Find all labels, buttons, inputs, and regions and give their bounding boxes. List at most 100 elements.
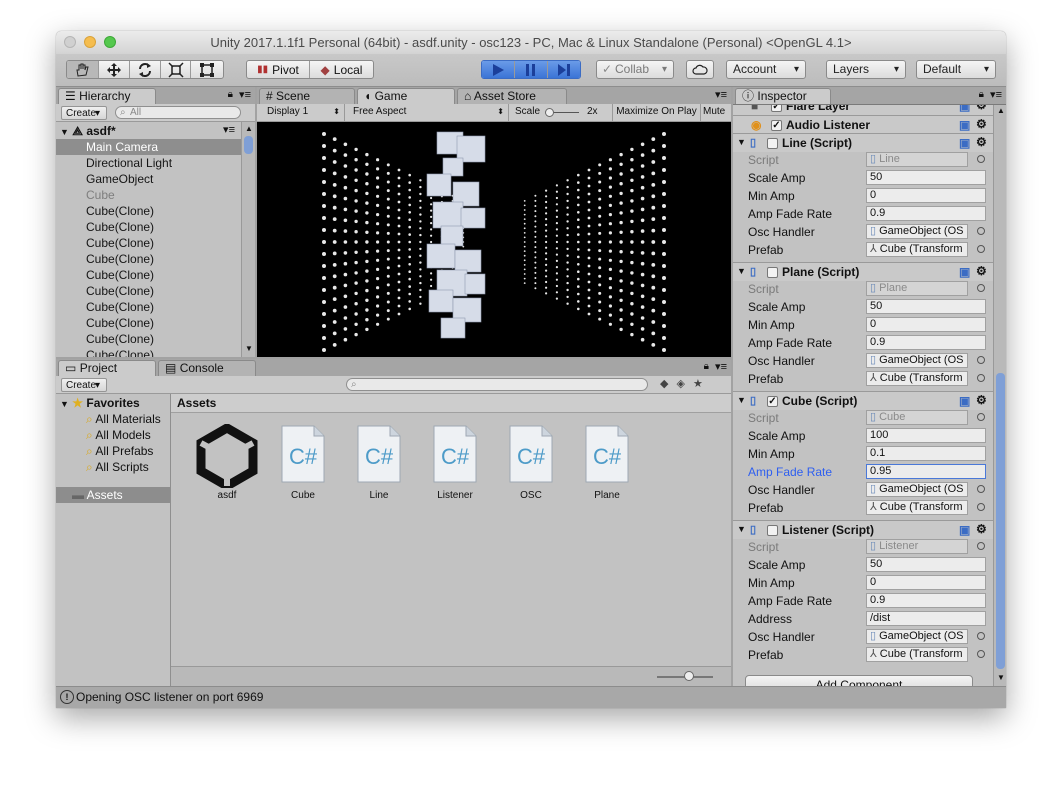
asset-item[interactable]: C# Line [341,422,417,502]
inspector-menu-icon[interactable]: ▾≡ [990,88,1002,101]
asset-item[interactable]: C# OSC [493,422,569,502]
help-book-icon[interactable]: ▣ [959,105,970,113]
object-picker-icon[interactable] [977,245,985,253]
hierarchy-item[interactable]: Cube(Clone) [86,347,154,357]
favorite-item[interactable]: ⌕ All Materials [86,412,161,427]
display-dropdown[interactable]: Display 1 ⬍ [257,104,345,121]
tab-asset-store[interactable]: ⌂ Asset Store [457,88,567,104]
object-picker-icon[interactable] [977,413,985,421]
component-foldout-icon[interactable]: ▼ [737,524,746,534]
rotate-tool-button[interactable] [130,61,161,78]
hand-tool-button[interactable] [67,61,99,78]
tab-console[interactable]: ▤ Console [158,360,256,376]
value-input[interactable]: 50 [866,299,986,314]
object-picker-icon[interactable] [977,155,985,163]
move-tool-button[interactable] [99,61,131,78]
object-field[interactable]: ▯ GameObject (OS [866,482,968,497]
inspector-scroll-down-icon[interactable]: ▼ [997,673,1005,682]
help-book-icon[interactable]: ▣ [959,136,970,150]
asset-item[interactable]: C# Plane [569,422,645,502]
inspector-scrollbar[interactable]: ▲ ▼ [993,105,1006,686]
hierarchy-scrollbar[interactable]: ▲ ▼ [241,122,255,357]
hierarchy-item[interactable]: Main Camera [56,139,241,155]
layout-dropdown[interactable]: Default [916,60,996,79]
hierarchy-item[interactable]: GameObject [86,171,153,187]
component-header[interactable]: ▼ ▯ Line (Script) ▣ ⚙ [733,133,993,152]
component-gear-icon[interactable]: ⚙ [976,105,987,112]
filter-label-icon[interactable]: ◈ [676,378,692,390]
value-input[interactable]: 0 [866,575,986,590]
component-header[interactable]: ▼ ▯ ✓ Cube (Script) ▣ ⚙ [733,391,993,410]
value-input[interactable]: 0.95 [866,464,986,479]
step-button[interactable] [547,61,580,78]
asset-item[interactable]: C# Listener [417,422,493,502]
hierarchy-create-dropdown[interactable]: Create [61,106,107,120]
object-picker-icon[interactable] [977,650,985,658]
favorite-item[interactable]: ⌕ All Scripts [86,460,149,475]
scroll-down-icon[interactable]: ▼ [245,344,253,353]
value-input[interactable]: /dist [866,611,986,626]
pause-button[interactable] [515,61,548,78]
inspector-lock-icon[interactable]: 🔒︎ [979,89,984,100]
status-message[interactable]: Opening OSC listener on port 6969 [76,690,263,704]
value-input[interactable]: 50 [866,557,986,572]
panel-menu-icon[interactable]: ▾≡ [239,88,251,101]
object-picker-icon[interactable] [977,632,985,640]
value-input[interactable]: 0 [866,317,986,332]
component-gear-icon[interactable]: ⚙ [976,522,987,536]
object-field[interactable]: ⅄ Cube (Transform [866,500,968,515]
component-foldout-icon[interactable]: ▼ [737,266,746,276]
component-enabled-checkbox[interactable]: ✓ [771,105,782,112]
component-enabled-checkbox[interactable]: ✓ [767,396,778,407]
component-enabled-checkbox[interactable] [767,525,778,536]
object-picker-icon[interactable] [977,284,985,292]
help-book-icon[interactable]: ▣ [959,523,970,537]
filter-type-icon[interactable]: ◆ [660,378,676,390]
hierarchy-item[interactable]: Cube(Clone) [86,219,154,235]
aspect-dropdown[interactable]: Free Aspect ⬍ [345,104,509,121]
hierarchy-item[interactable]: Cube(Clone) [86,283,154,299]
object-field[interactable]: ⅄ Cube (Transform [866,242,968,257]
component-header[interactable]: ✓ ◉ Audio Listener ▣ ⚙ [733,115,993,134]
component-gear-icon[interactable]: ⚙ [976,117,987,131]
hierarchy-scroll-thumb[interactable] [244,136,253,154]
scene-menu-icon[interactable]: ▾≡ [223,123,235,136]
hierarchy-search-input[interactable]: ⌕ All [115,106,241,119]
scroll-up-icon[interactable]: ▲ [245,124,253,133]
value-input[interactable]: 0.9 [866,206,986,221]
scale-slider[interactable]: Scale 2x [509,104,613,121]
local-toggle[interactable]: ◆ Local [310,61,373,78]
hierarchy-item[interactable]: Cube(Clone) [86,251,154,267]
hierarchy-item[interactable]: Cube(Clone) [86,267,154,283]
hierarchy-item[interactable]: Cube(Clone) [86,203,154,219]
tab-scene[interactable]: # Scene [259,88,355,104]
hierarchy-item[interactable]: Cube(Clone) [86,235,154,251]
component-foldout-icon[interactable]: ▼ [737,395,746,405]
layers-dropdown[interactable]: Layers [826,60,906,79]
object-picker-icon[interactable] [977,374,985,382]
favorite-item[interactable]: ⌕ All Prefabs [86,444,153,459]
component-header[interactable]: ▼ ▯ Listener (Script) ▣ ⚙ [733,520,993,539]
object-field[interactable]: ⅄ Cube (Transform [866,647,968,662]
assets-breadcrumb[interactable]: Assets [171,394,731,413]
assets-folder-row[interactable]: ▬ Assets [56,487,170,503]
component-gear-icon[interactable]: ⚙ [976,135,987,149]
object-picker-icon[interactable] [977,503,985,511]
account-dropdown[interactable]: Account [726,60,806,79]
hierarchy-item[interactable]: Cube(Clone) [86,299,154,315]
object-picker-icon[interactable] [977,542,985,550]
object-picker-icon[interactable] [977,356,985,364]
inspector-scroll-up-icon[interactable]: ▲ [997,106,1005,115]
value-input[interactable]: 0.1 [866,446,986,461]
add-component-button[interactable]: Add Component [745,675,973,686]
rect-tool-button[interactable] [191,61,223,78]
object-field[interactable]: ▯ GameObject (OS [866,224,968,239]
project-lock-icon[interactable]: 🔒︎ [704,361,709,372]
project-create-dropdown[interactable]: Create [61,378,107,392]
component-header[interactable]: ▼ ▯ Plane (Script) ▣ ⚙ [733,262,993,281]
object-picker-icon[interactable] [977,227,985,235]
favorite-item[interactable]: ⌕ All Models [86,428,151,443]
hierarchy-item[interactable]: Cube [86,187,115,203]
component-enabled-checkbox[interactable] [767,267,778,278]
game-panel-menu-icon[interactable]: ▾≡ [715,88,727,101]
